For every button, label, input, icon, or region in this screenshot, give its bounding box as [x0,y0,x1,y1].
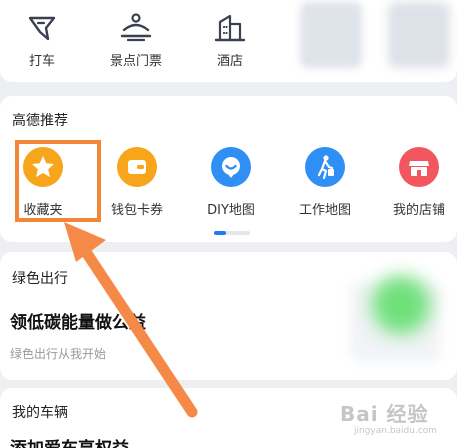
nav-taxi-label: 打车 [28,54,55,69]
wallet-icon [117,147,157,187]
blurred-nav-item[interactable] [388,2,450,68]
blurred-nav-item[interactable] [300,2,362,68]
green-travel-card[interactable]: 绿色出行 领低碳能量做公益 绿色出行从我开始 [0,252,457,380]
green-travel-title: 绿色出行 [12,271,68,287]
rec-item-label: 我的店铺 [392,203,445,218]
rec-item-label: 工作地图 [298,203,351,218]
vehicle-title: 我的车辆 [12,405,68,421]
taxi-flag-icon [28,16,56,41]
nav-scenic-ticket[interactable]: 景点门票 [96,12,176,69]
green-travel-headline: 领低碳能量做公益 [10,313,146,333]
recommend-title: 高德推荐 [12,113,68,129]
page-indicator-active [214,231,226,235]
nav-hotel[interactable]: 酒店 [190,12,270,69]
watermark-main: Bai 经验 [340,402,429,426]
rec-item-label: DIY地图 [207,203,255,218]
rec-item-label: 钱包卡券 [110,203,163,218]
watermark-sub: jingyan.baidu.com [354,426,438,436]
app-screen: 打车 景点门票 酒店 高德推荐 收藏夹 钱包卡券 DIY地图 工作地图 我的店铺… [0,0,457,448]
watermark: Bai 经验 jingyan.baidu.com [336,398,454,446]
hotel-building-icon [214,14,246,42]
scenic-ticket-icon [120,13,152,42]
diy-map-icon [211,147,251,187]
annotation-highlight-box [15,140,101,222]
green-travel-subtitle: 绿色出行从我开始 [10,347,107,361]
vehicle-headline: 添加爱车享权益 [10,434,129,448]
nav-scenic-ticket-label: 景点门票 [109,54,162,69]
rec-item-work-map[interactable]: 工作地图 [285,147,365,218]
shop-icon [399,147,439,187]
rec-item-diy-map[interactable]: DIY地图 [191,147,271,218]
blurred-green-badge [372,276,430,334]
rec-item-wallet[interactable]: 钱包卡券 [97,147,177,218]
quick-nav-card: 打车 景点门票 酒店 [0,0,457,82]
rec-item-shop[interactable]: 我的店铺 [379,147,457,218]
page-indicator [214,231,250,235]
nav-hotel-label: 酒店 [216,54,243,69]
nav-taxi[interactable]: 打车 [2,12,82,69]
work-map-icon [305,147,345,187]
